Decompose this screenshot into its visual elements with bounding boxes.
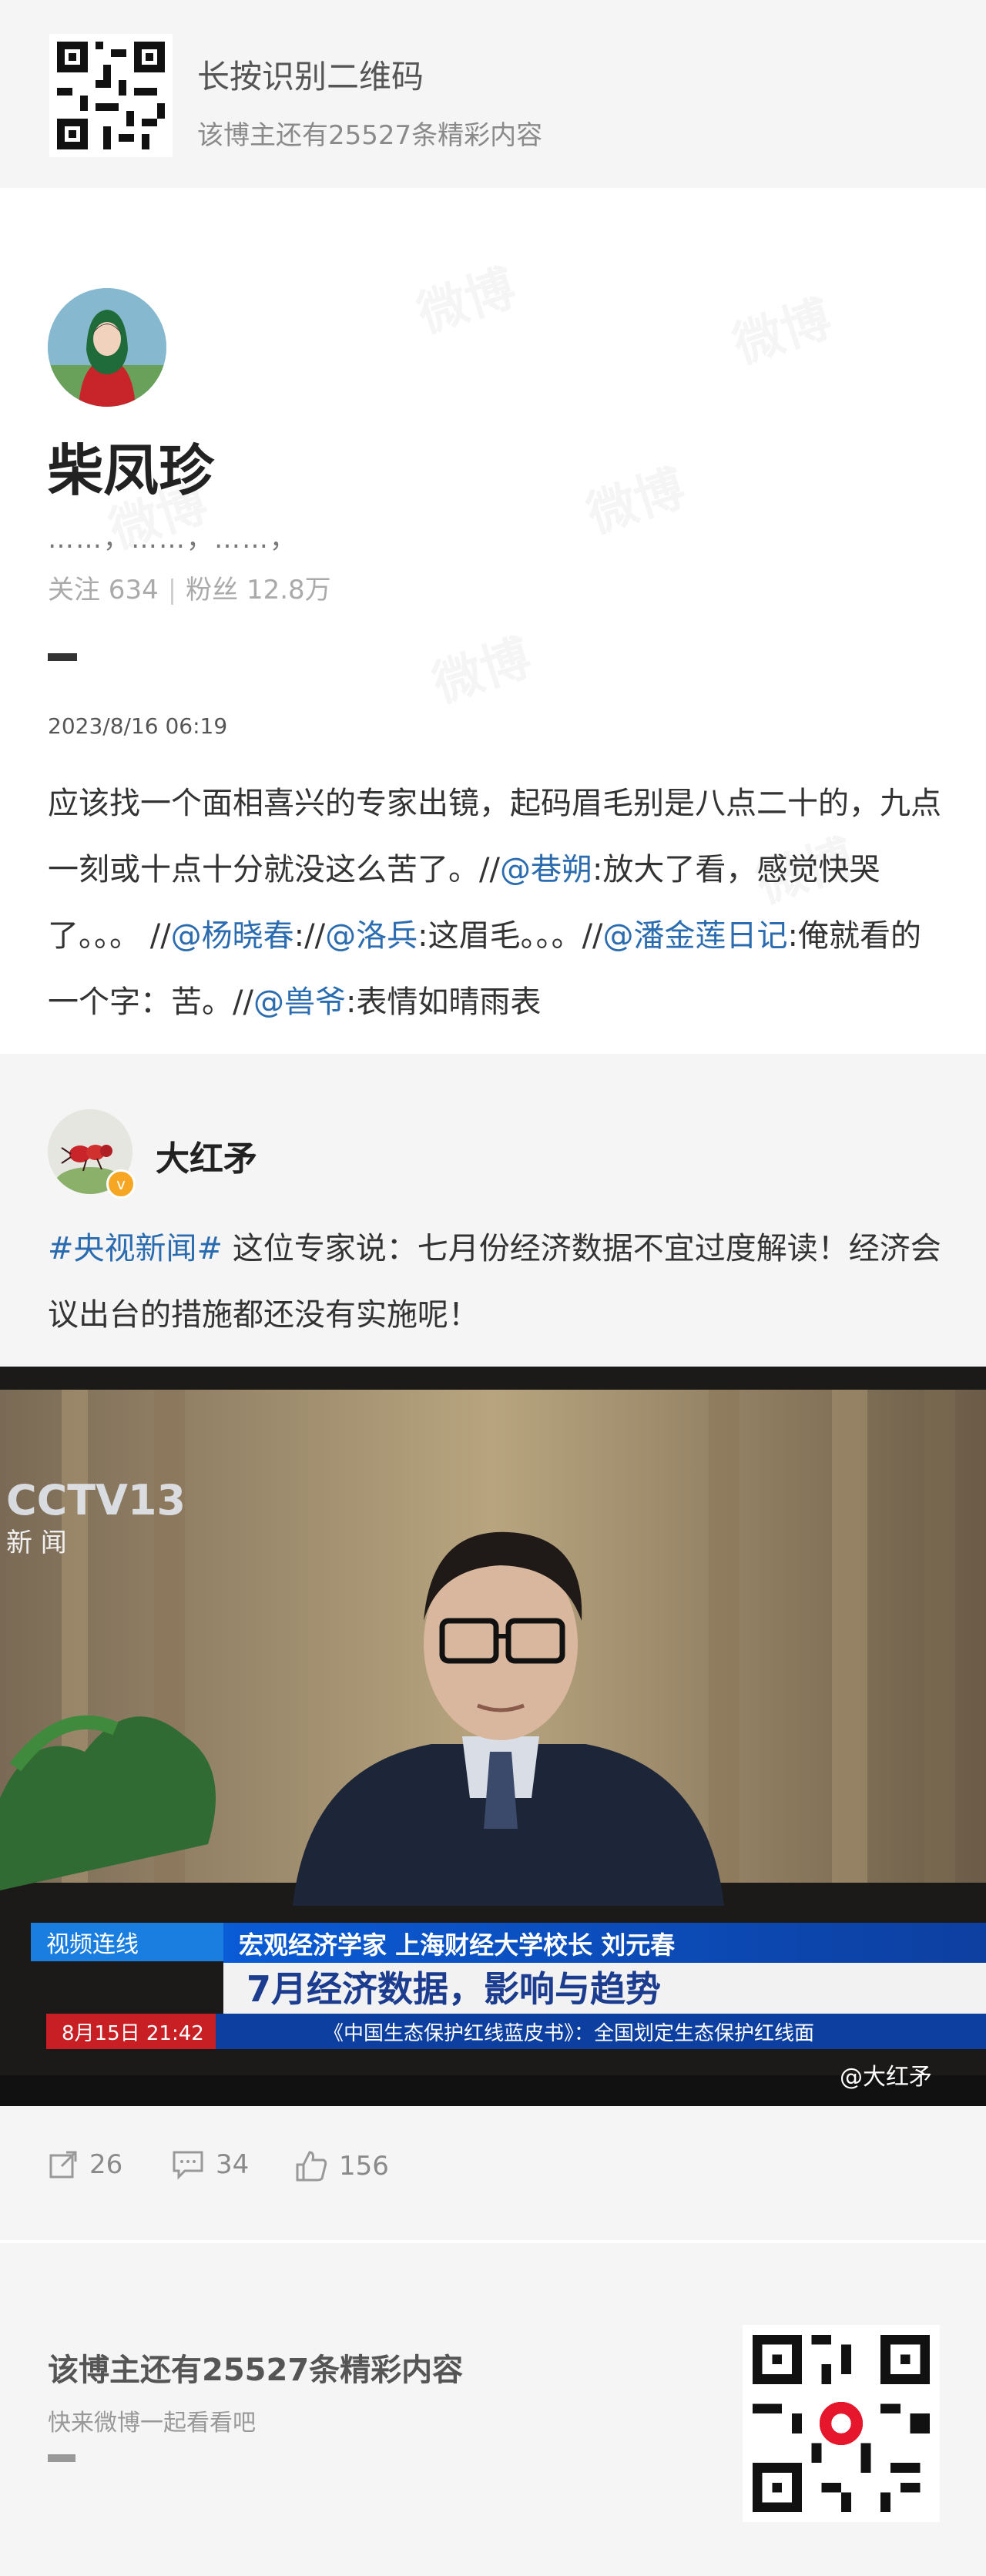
weibo-watermark: 微博	[723, 279, 839, 377]
weibo-watermark: 微博	[423, 618, 538, 716]
video-date-time: 8月15日 21:42	[62, 2022, 204, 2045]
post-text: 应该找一个面相喜兴的专家出镜，起码眉毛别是八点二十的，九点一刻或十点十分就没这么…	[48, 770, 941, 1035]
divider-dash	[48, 653, 77, 661]
mention-link[interactable]: @巷朔	[500, 852, 592, 887]
mention-link[interactable]: @杨晓春	[171, 918, 294, 954]
post-date: 2023/8/16 06:19	[48, 713, 228, 739]
header-subtitle: 该博主还有25527条精彩内容	[197, 120, 543, 151]
follow-count[interactable]: 关注 634	[48, 575, 159, 605]
profile-bio: ……，……，……，	[48, 524, 297, 555]
footer-title: 该博主还有25527条精彩内容	[48, 2353, 464, 2388]
thumbs-up-icon	[296, 2151, 327, 2182]
video-frame-image[interactable]: CCTV13 新 闻 视频连线 宏观经济学家 上海财经大学校长 刘元春 7月经济…	[0, 1367, 986, 2106]
video-name-bar: 宏观经济学家 上海财经大学校长 刘元春	[239, 1930, 675, 1960]
fans-count[interactable]: 粉丝 12.8万	[186, 575, 331, 605]
post-text-segment: :表情如晴雨表	[345, 984, 542, 1020]
header-title: 长按识别二维码	[197, 58, 424, 96]
comment-icon	[173, 2151, 203, 2180]
share-icon	[49, 2151, 77, 2179]
video-headline: 7月经济数据，影响与趋势	[246, 1968, 661, 2010]
footer-banner: 该博主还有25527条精彩内容 快来微博一起看看吧	[0, 2243, 986, 2576]
profile-name: 柴凤珍	[48, 438, 215, 503]
comment-button[interactable]: 34	[171, 2149, 249, 2180]
qr-header: 长按识别二维码 该博主还有25527条精彩内容	[0, 0, 986, 188]
video-ticker: 《中国生态保护红线蓝皮书》：全国划定生态保护红线面	[324, 2022, 814, 2045]
share-count: 26	[89, 2149, 123, 2180]
post-text-segment: ://	[293, 918, 326, 954]
mention-link[interactable]: @潘金莲日记	[603, 918, 788, 954]
profile-avatar[interactable]	[48, 288, 166, 407]
mention-link[interactable]: @兽爷	[253, 984, 346, 1020]
channel-name: 新 闻	[6, 1528, 67, 1558]
verified-badge-icon: v	[106, 1169, 136, 1199]
like-button[interactable]: 156	[294, 2149, 389, 2183]
mention-link[interactable]: @洛兵	[325, 918, 418, 954]
share-button[interactable]: 26	[48, 2149, 122, 2180]
video-lower-tag: 视频连线	[46, 1931, 139, 1958]
repost-author-name[interactable]: 大红矛	[156, 1131, 257, 1180]
action-bar: 26 34 156	[0, 2149, 986, 2199]
weibo-watermark: 微博	[407, 248, 523, 346]
image-watermark: @大红矛	[840, 2064, 932, 2091]
profile-stats: 关注 634 | 粉丝 12.8万	[48, 569, 331, 606]
footer-subtitle: 快来微博一起看看吧	[48, 2410, 256, 2437]
stats-divider: |	[167, 575, 177, 605]
qr-code-small[interactable]	[49, 34, 173, 157]
repost-text: #央视新闻# 这位专家说：七月份经济数据不宜过度解读！经济会议出台的措施都还没有…	[48, 1216, 941, 1348]
comment-count: 34	[216, 2149, 250, 2180]
topic-link[interactable]: #央视新闻#	[48, 1231, 223, 1266]
footer-dash	[48, 2454, 75, 2462]
weibo-watermark: 微博	[577, 448, 693, 546]
channel-logo: CCTV13	[6, 1476, 186, 1524]
qr-code-large[interactable]	[743, 2325, 940, 2522]
post-text-segment: :这眉毛。。。//	[418, 918, 603, 954]
like-count: 156	[339, 2151, 389, 2182]
